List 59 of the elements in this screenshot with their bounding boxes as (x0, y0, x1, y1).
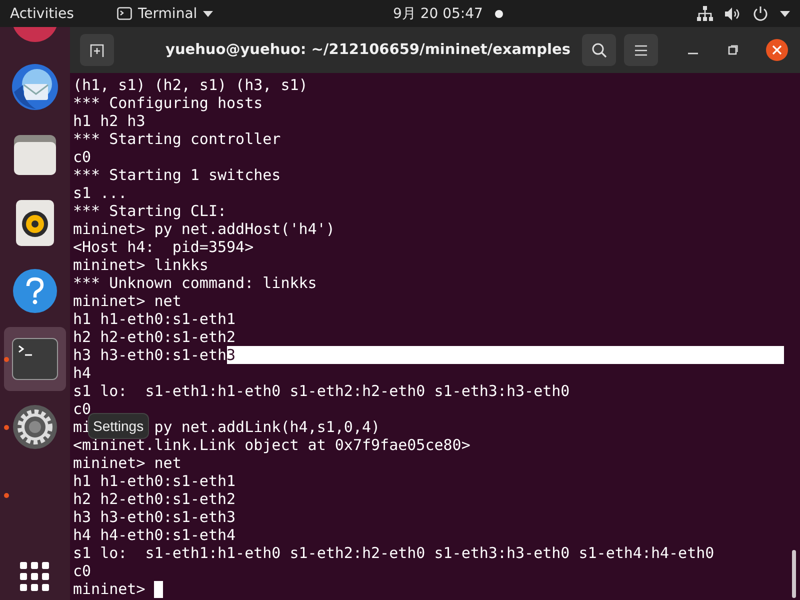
new-tab-button[interactable] (80, 34, 114, 66)
network-icon[interactable] (697, 6, 713, 21)
app-grid-icon[interactable] (20, 562, 50, 592)
menu-icon (635, 44, 647, 56)
terminal-line: h1 h1-eth0:s1-eth1 (73, 310, 236, 328)
terminal-line: *** Starting controller (73, 130, 281, 148)
terminal-app-icon[interactable] (12, 338, 58, 380)
terminal-line: *** Configuring hosts (73, 94, 263, 112)
dock-item-highlight[interactable] (4, 327, 66, 391)
terminal-line: h3 h3-eth0:s1-eth3 (73, 508, 236, 526)
terminal-icon (117, 7, 132, 20)
app-menu[interactable]: Terminal (117, 6, 214, 22)
terminal-line: (h1, s1) (h2, s1) (h3, s1) (73, 76, 308, 94)
terminal-line: h4 h4-eth0:s1-eth4 (73, 526, 236, 544)
caret-icon[interactable] (780, 10, 790, 16)
notification-dot-icon (494, 10, 503, 18)
caret-icon (203, 10, 214, 16)
terminal-area[interactable] (70, 73, 800, 600)
terminal-line: s1 lo: s1-eth1:h1-eth0 s1-eth2:h2-eth0 s1-eth3:h3-eth0 (73, 382, 570, 400)
volume-icon[interactable] (725, 6, 741, 20)
help-icon[interactable] (12, 268, 58, 314)
gear-icon[interactable] (12, 404, 58, 450)
speaker-icon[interactable] (16, 200, 54, 246)
maximize-button[interactable] (728, 45, 738, 55)
terminal-text: py net.addLink(h4,s1,0,4) (154, 418, 380, 436)
close-button[interactable] (766, 39, 788, 61)
terminal-line: s1 lo: s1-eth1:h1-eth0 s1-eth2:h2-eth0 s1-eth3:h3-eth0 s1-eth4:h4-eth0 (73, 544, 714, 562)
tooltip: Settings (88, 413, 149, 439)
terminal-line: h3 h3-eth0:s1-eth (73, 346, 227, 364)
mail-app-icon[interactable] (10, 62, 60, 112)
new-tab-icon (90, 44, 104, 56)
terminal-line: h2 h2-eth0:s1-eth2 (73, 490, 236, 508)
activities-button[interactable]: Activities (10, 6, 105, 22)
terminal-line: h1 h1-eth0:s1-eth1 (73, 472, 236, 490)
window-title: yuehuo@yuehuo: ~/212106659/mininet/examples (164, 42, 572, 58)
terminal-line: mininet> net (73, 292, 182, 310)
selected-text: 3 (226, 346, 784, 364)
terminal-line: h2 h2-eth0:s1-eth2 (73, 328, 236, 346)
terminal-line: h1 h2 h3 (73, 112, 146, 130)
terminal-line: mininet> py net.addHost('h4') (73, 220, 335, 238)
scrollbar[interactable] (792, 550, 796, 598)
terminal-line: *** Starting CLI: (73, 202, 227, 220)
terminal-line: mininet> net (73, 454, 182, 472)
power-icon[interactable] (753, 6, 768, 21)
menu-button[interactable] (624, 34, 658, 66)
terminal-line: *** Unknown command: linkks (73, 274, 317, 292)
terminal-line: s1 ... (73, 184, 128, 202)
search-button[interactable] (582, 34, 616, 66)
terminal-line: *** Starting 1 switches (73, 166, 281, 184)
terminal-line: c0 (73, 148, 92, 166)
folder-icon[interactable] (13, 134, 57, 176)
terminal-line: <Host h4: pid=3594> (73, 238, 254, 256)
search-icon (592, 42, 606, 58)
terminal-line: <mininet.link.Link object at 0x7f9fae05ce80> (73, 436, 470, 454)
terminal-line: mininet> (73, 580, 146, 598)
terminal-line: mininet> linkks (73, 256, 208, 274)
terminal-line: c0 (73, 562, 92, 580)
clock[interactable]: 9月 20 05:47 (393, 4, 483, 22)
terminal-line: h4 (73, 364, 92, 382)
